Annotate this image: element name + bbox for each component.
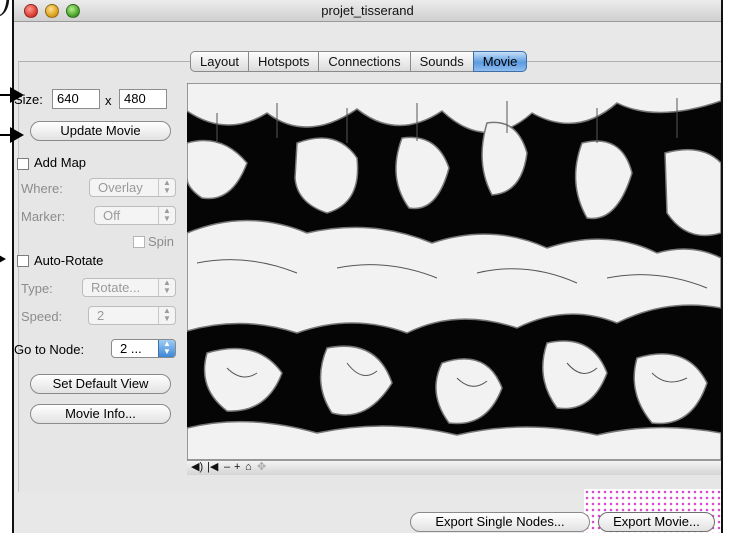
where-value: Overlay xyxy=(98,180,143,195)
go-back-icon[interactable]: |◀ xyxy=(207,461,218,474)
where-popup[interactable]: Overlay ▲ ▼ xyxy=(89,178,176,197)
tab-hotspots[interactable]: Hotspots xyxy=(248,51,319,72)
go-to-node-label: Go to Node: xyxy=(14,342,85,357)
rotate-type-popup[interactable]: Rotate... ▲ ▼ xyxy=(82,278,176,297)
tab-sounds[interactable]: Sounds xyxy=(409,51,473,72)
rotate-type-value: Rotate... xyxy=(91,280,141,295)
tab-movie[interactable]: Movie xyxy=(472,51,528,72)
size-separator: x xyxy=(105,93,112,108)
export-single-nodes-button[interactable]: Export Single Nodes... xyxy=(410,512,590,532)
zoom-in-icon[interactable]: + xyxy=(234,461,240,474)
popup-arrows-icon: ▲ ▼ xyxy=(158,340,175,357)
annotation-arrow-update xyxy=(0,127,24,143)
go-to-node-popup[interactable]: 2 ... ▲ ▼ xyxy=(111,339,176,358)
add-map-label: Add Map xyxy=(34,155,87,170)
panorama-image xyxy=(187,83,721,460)
export-movie-button[interactable]: Export Movie... xyxy=(598,512,715,532)
marker-value: Off xyxy=(103,208,121,223)
marker-label: Marker: xyxy=(21,209,66,224)
popup-arrows-icon: ▲ ▼ xyxy=(158,279,175,296)
marker-popup[interactable]: Off ▲ ▼ xyxy=(94,206,176,225)
auto-rotate-label: Auto-Rotate xyxy=(34,253,104,268)
movie-info-button[interactable]: Movie Info... xyxy=(30,404,171,424)
movie-preview[interactable] xyxy=(187,83,721,460)
where-label: Where: xyxy=(21,181,63,196)
window-title: projet_tisserand xyxy=(321,3,414,18)
popup-arrows-icon: ▲ ▼ xyxy=(158,307,175,324)
annotation-arrow-auto-rotate xyxy=(0,251,6,267)
tab-layout[interactable]: Layout xyxy=(190,51,249,72)
add-map-checkbox[interactable] xyxy=(17,158,29,170)
movie-controller-bar: ◀) |◀ – + ⌂ ✥ xyxy=(187,460,721,475)
spin-label: Spin xyxy=(148,234,175,249)
speed-value: 2 xyxy=(97,308,105,323)
tab-connections[interactable]: Connections xyxy=(318,51,410,72)
speed-label: Speed: xyxy=(21,309,63,324)
tab-bar: Layout Hotspots Connections Sounds Movie xyxy=(190,51,528,72)
annotation-arrow-size xyxy=(0,87,24,103)
spin-checkbox[interactable] xyxy=(133,236,145,248)
speed-popup[interactable]: 2 ▲ ▼ xyxy=(88,306,176,325)
type-label: Type: xyxy=(21,281,53,296)
popup-arrows-icon: ▲ ▼ xyxy=(158,207,175,224)
annotation-frame-right xyxy=(721,0,723,533)
hotspot-icon[interactable]: ⌂ xyxy=(245,461,252,474)
zoom-out-icon[interactable]: – xyxy=(224,461,230,474)
popup-arrows-icon: ▲ ▼ xyxy=(158,179,175,196)
drag-icon: ✥ xyxy=(257,461,267,473)
title-bar[interactable]: projet_tisserand xyxy=(14,0,721,22)
update-movie-button[interactable]: Update Movie xyxy=(30,121,171,141)
movie-width-field[interactable]: 640 xyxy=(52,89,100,109)
set-default-view-button[interactable]: Set Default View xyxy=(30,374,171,394)
volume-icon[interactable]: ◀) xyxy=(191,461,203,474)
go-to-node-value: 2 ... xyxy=(120,341,142,356)
app-window: projet_tisserand Layout Hotspots Connect… xyxy=(14,0,721,533)
movie-height-field[interactable]: 480 xyxy=(119,89,167,109)
auto-rotate-checkbox[interactable] xyxy=(17,255,29,267)
